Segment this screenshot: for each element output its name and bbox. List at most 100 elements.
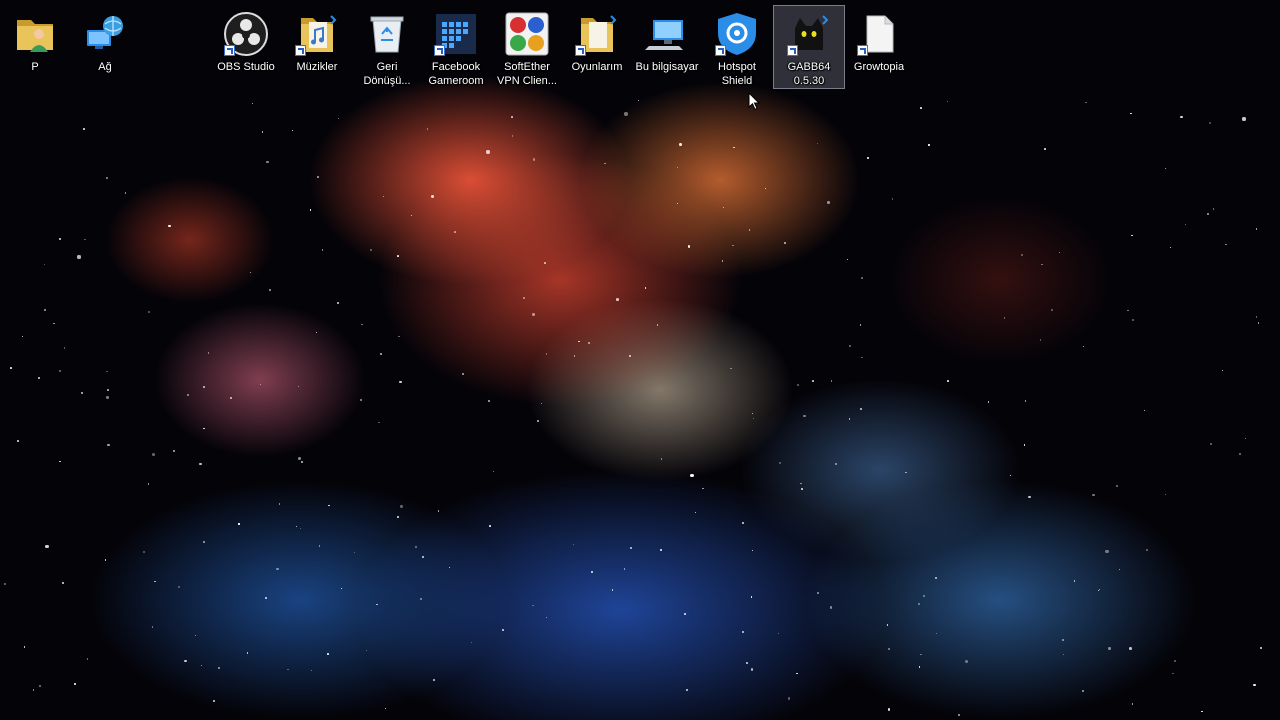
star	[686, 689, 688, 691]
star	[419, 597, 423, 600]
star	[859, 324, 861, 326]
star	[203, 540, 206, 543]
user-folder-icon	[11, 10, 59, 58]
star	[676, 166, 678, 168]
desktop-icon-gabb64[interactable]: GABB64 0.5.30	[773, 5, 845, 89]
games-folder-icon	[573, 10, 621, 58]
star	[1024, 400, 1026, 402]
desktop-icon-facebook-gameroom[interactable]: Facebook Gameroom	[421, 6, 491, 88]
icon-label: Geri Dönüşü...	[363, 61, 411, 87]
star	[1118, 568, 1120, 571]
star	[3, 582, 6, 585]
desktop-icon-network[interactable]: Ağ	[70, 6, 140, 74]
desktop-icon-obs-studio[interactable]: OBS Studio	[211, 6, 281, 74]
star	[958, 714, 961, 716]
star	[1105, 549, 1109, 554]
desktop-icon-softether-vpn[interactable]: SoftEther VPN Clien...	[492, 6, 562, 88]
star	[300, 461, 303, 464]
recycle-bin-icon	[363, 10, 411, 58]
star	[1092, 493, 1095, 496]
star	[1239, 453, 1241, 455]
star	[629, 354, 632, 357]
star	[1169, 246, 1171, 248]
star	[1021, 254, 1023, 257]
this-pc-icon	[643, 10, 691, 58]
star	[750, 668, 753, 671]
star	[624, 112, 628, 116]
star	[106, 177, 109, 179]
star	[462, 372, 465, 375]
star	[687, 245, 690, 248]
star	[919, 106, 922, 109]
desktop-icon-muzikler[interactable]: Müzikler	[282, 6, 352, 74]
star	[337, 302, 339, 304]
star	[543, 262, 546, 265]
star	[888, 648, 890, 651]
star	[437, 510, 440, 512]
growtopia-file-icon	[855, 10, 903, 58]
star	[946, 100, 948, 102]
network-icon	[81, 10, 129, 58]
star	[1180, 115, 1183, 119]
star	[415, 545, 417, 548]
icon-label: Bu bilgisayar	[635, 61, 699, 73]
star	[212, 700, 215, 702]
star	[923, 594, 925, 597]
star	[537, 420, 539, 422]
star	[107, 388, 109, 391]
star	[321, 249, 324, 251]
shortcut-arrow-icon	[224, 45, 235, 56]
star	[928, 144, 930, 146]
star	[918, 666, 921, 668]
star	[1108, 647, 1111, 650]
star	[318, 545, 320, 547]
obs-studio-icon	[222, 10, 270, 58]
shortcut-arrow-icon	[295, 45, 306, 56]
star	[644, 287, 647, 289]
star	[53, 322, 55, 325]
mouse-cursor-icon	[748, 92, 760, 110]
shortcut-arrow-icon	[575, 45, 586, 56]
star	[199, 462, 202, 465]
star	[400, 505, 403, 508]
star	[812, 380, 814, 382]
star	[623, 568, 625, 570]
desktop-icon-oyunlarim[interactable]: Oyunlarım	[562, 6, 632, 74]
star	[62, 581, 64, 584]
star	[39, 684, 42, 687]
star	[867, 157, 869, 159]
hotspot-shield-icon	[713, 10, 761, 58]
star	[827, 200, 831, 204]
star	[742, 522, 744, 524]
star	[764, 187, 766, 190]
desktop-icon-p[interactable]: P	[0, 6, 70, 74]
desktop-icon-growtopia[interactable]: Growtopia	[844, 6, 914, 74]
star	[886, 624, 889, 626]
star	[616, 298, 619, 301]
star	[217, 666, 220, 669]
star	[604, 162, 606, 165]
star	[340, 587, 343, 589]
star	[637, 100, 639, 102]
desktop-icon-recycle-bin[interactable]: Geri Dönüşü...	[352, 6, 422, 88]
star	[656, 324, 659, 326]
shortcut-arrow-icon	[787, 45, 798, 56]
star	[531, 312, 535, 316]
star	[572, 543, 574, 546]
star	[573, 355, 576, 357]
desktop-icon-hotspot-shield[interactable]: Hotspot Shield	[702, 6, 772, 88]
star	[947, 380, 949, 382]
star	[1201, 710, 1203, 713]
desktop-icon-this-pc[interactable]: Bu bilgisayar	[632, 6, 702, 74]
icon-label: Growtopia	[853, 61, 905, 73]
star	[376, 603, 378, 605]
star	[800, 482, 802, 485]
shortcut-arrow-icon	[857, 45, 868, 56]
star	[1259, 646, 1262, 649]
icon-label: SoftEther VPN Clien...	[497, 61, 557, 87]
icon-label: Facebook Gameroom	[428, 61, 484, 87]
star	[261, 131, 264, 133]
star	[172, 449, 175, 452]
gabb64-cat-icon	[785, 10, 833, 58]
star	[238, 523, 240, 525]
